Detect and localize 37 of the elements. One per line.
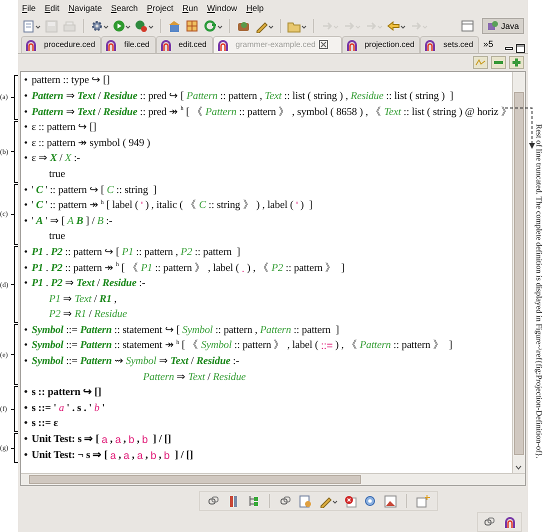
editor-tab[interactable]: procedure.ced	[21, 36, 102, 53]
editor-tab[interactable]: projection.ced	[342, 36, 420, 53]
menu-item[interactable]: Search	[110, 2, 138, 13]
editor-tab[interactable]: file.ced	[101, 36, 156, 53]
code-line: • Symbol ::= Pattern :: statement ↪ [ Symbol :: pattern , Pattern :: pattern ]	[23, 324, 340, 338]
code-line: • ε ⇒ X / X :-	[23, 152, 82, 166]
code-line: • s ::= ' a ' . s . ' b '	[23, 402, 106, 416]
tab-overflow[interactable]: »5	[479, 39, 498, 50]
menu-item[interactable]: Project	[146, 2, 174, 13]
code-line: • Unit Test: ¬ s ⇒ [ a , a , a , b , b ] / []	[23, 448, 194, 464]
menu-item[interactable]: Help	[246, 2, 264, 13]
menu-item[interactable]: File	[22, 2, 36, 13]
editor-tab[interactable]: edit.ced	[156, 36, 213, 53]
code-line: • ε :: pattern ↠ symbol ( 949 )	[23, 136, 152, 151]
code-line: true	[48, 168, 66, 182]
menu-item[interactable]: Window	[206, 2, 238, 13]
code-line: • ' A ' ⇒ [ A B ] / B :-	[23, 214, 114, 229]
code-line: P2 ⇒ R1 / Residue	[48, 308, 128, 322]
code-line: • ' C ' :: pattern ↪ [ C :: string ]	[23, 184, 158, 198]
editor-tab[interactable]: sets.ced	[420, 36, 480, 53]
code-line: Pattern ⇒ Text / Residue	[142, 370, 247, 385]
menu-item[interactable]: Navigate	[68, 2, 102, 13]
code-line: • s ::= ε	[23, 417, 59, 432]
code-line: • ε :: pattern ↪ []	[23, 121, 98, 136]
menu-item[interactable]: Run	[182, 2, 198, 13]
code-line: • Pattern ⇒ Text / Residue :: pred ↪ [ Pattern :: pattern , Text :: list ( string ) , Residue :: list ( string ) ]	[23, 90, 454, 104]
code-line: • pattern :: type ↪ []	[23, 74, 111, 88]
code-line: true	[48, 230, 66, 244]
code-line: • s :: pattern ↪ []	[23, 386, 102, 400]
code-line: • P1 . P2 ⇒ Text / Residue :-	[23, 277, 146, 292]
code-line: • Unit Test: s ⇒ [ a , a , b , b ] / []	[23, 433, 172, 448]
menu-item[interactable]: Edit	[44, 2, 60, 13]
code-line: P1 ⇒ Text / R1 ,	[48, 292, 118, 307]
code-line: • P1 . P2 :: pattern ↪ [ P1 :: pattern , P2 :: pattern ]	[23, 246, 242, 260]
code-line: • Symbol ::= Pattern ⇝ Symbol ⇒ Text / Residue :-	[23, 355, 240, 370]
perspective-button[interactable]: Java	[482, 18, 524, 34]
side-note: Rest of line truncated. The complete definition is displayed in Figure~\ref{fig:Projection-Definition-of}.	[534, 124, 544, 458]
